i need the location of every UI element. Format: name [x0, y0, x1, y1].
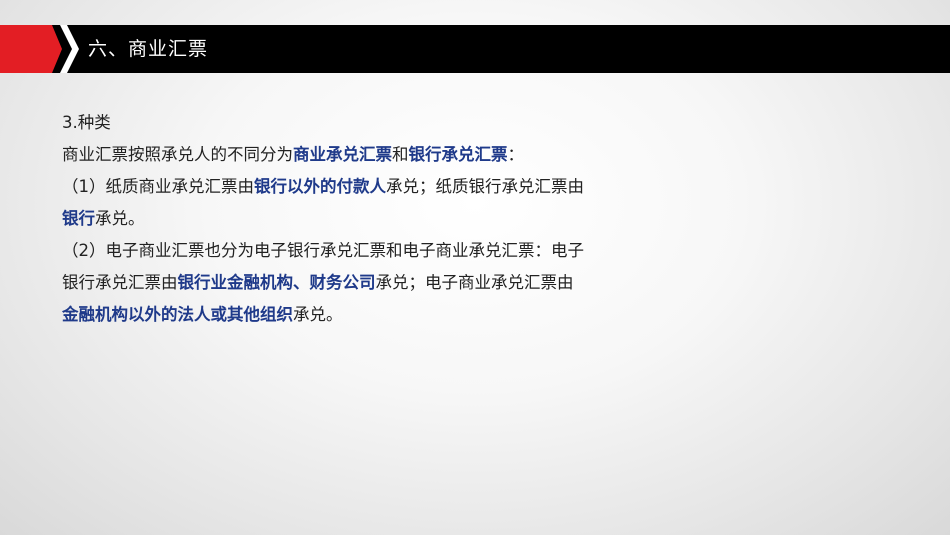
- text-span: 承兑。: [95, 209, 145, 228]
- text-span: 和: [392, 145, 409, 164]
- paragraph-line: （1）纸质商业承兑汇票由银行以外的付款人承兑；纸质银行承兑汇票由: [62, 171, 702, 203]
- text-span: 承兑。: [293, 305, 343, 324]
- text-span: （2）电子商业汇票也分为电子银行承兑汇票和电子商业承兑汇票：电子: [62, 241, 584, 260]
- paragraph-line: 商业汇票按照承兑人的不同分为商业承兑汇票和银行承兑汇票：: [62, 139, 702, 171]
- highlight-text: 商业承兑汇票: [293, 145, 392, 164]
- highlight-text: 银行以外的付款人: [254, 177, 386, 196]
- highlight-text: 金融机构以外的法人或其他组织: [62, 305, 293, 324]
- text-span: 银行承兑汇票由: [62, 273, 178, 292]
- paragraph-line: 银行承兑汇票由银行业金融机构、财务公司承兑；电子商业承兑汇票由: [62, 267, 702, 299]
- paragraph-line: 银行承兑。: [62, 203, 702, 235]
- highlight-text: 银行承兑汇票: [408, 145, 508, 164]
- highlight-text: 银行: [62, 209, 95, 228]
- title-bar: 六、商业汇票: [0, 25, 950, 73]
- text-span: 承兑；纸质银行承兑汇票由: [386, 177, 584, 196]
- section-heading: 3.种类: [62, 113, 111, 132]
- body-text: 3.种类 商业汇票按照承兑人的不同分为商业承兑汇票和银行承兑汇票： （1）纸质商…: [62, 107, 702, 331]
- page-title: 六、商业汇票: [88, 38, 209, 60]
- text-span: 商业汇票按照承兑人的不同分为: [62, 145, 293, 164]
- chevron-right-icon: [60, 25, 79, 73]
- text-span: 承兑；电子商业承兑汇票由: [375, 273, 574, 292]
- slide: 六、商业汇票 3.种类 商业汇票按照承兑人的不同分为商业承兑汇票和银行承兑汇票：…: [0, 0, 950, 535]
- red-accent-tab: [0, 25, 62, 73]
- paragraph-line: （2）电子商业汇票也分为电子银行承兑汇票和电子商业承兑汇票：电子: [62, 235, 702, 267]
- paragraph-line: 金融机构以外的法人或其他组织承兑。: [62, 299, 702, 331]
- text-span: ：: [507, 145, 525, 164]
- highlight-text: 银行业金融机构、财务公司: [177, 273, 376, 292]
- text-span: （1）纸质商业承兑汇票由: [62, 177, 254, 196]
